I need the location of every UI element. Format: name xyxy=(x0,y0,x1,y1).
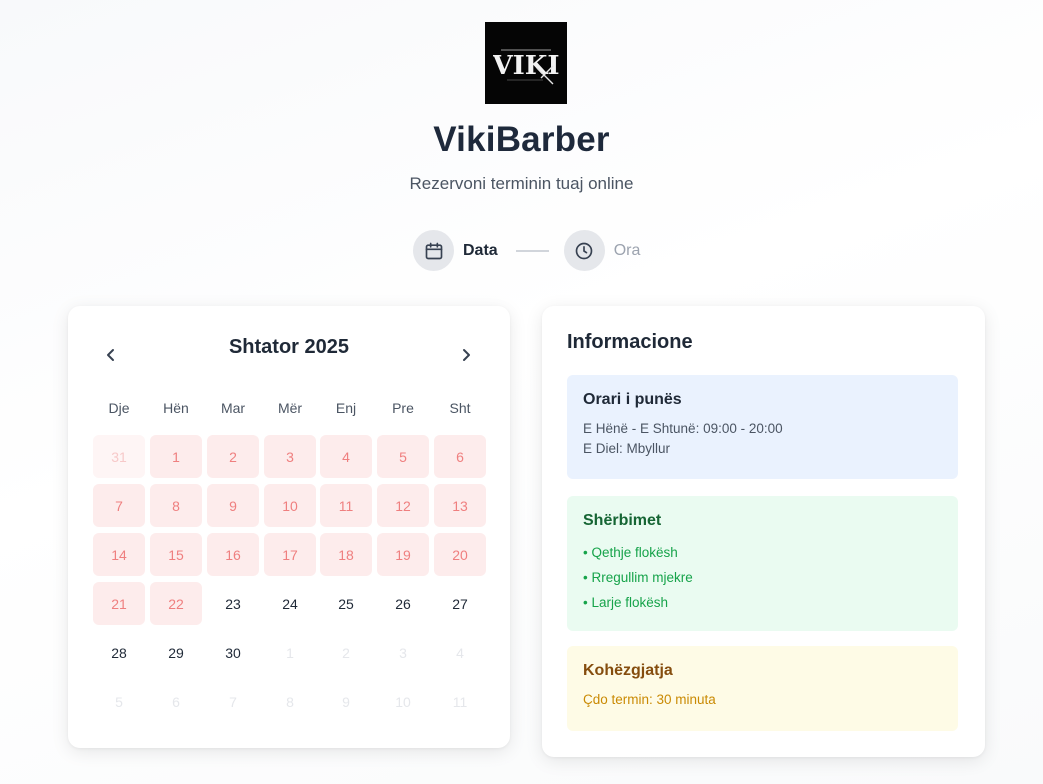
service-item: • Rregullim mjekre xyxy=(583,570,693,585)
calendar-day-outside: 8 xyxy=(286,693,294,710)
calendar-day-available[interactable]: 26 xyxy=(377,582,429,625)
calendar-day-past: 5 xyxy=(377,435,429,478)
booking-steps: Data Ora xyxy=(413,230,640,271)
calendar-day-outside: 2 xyxy=(342,644,350,661)
calendar-day-past: 10 xyxy=(264,484,316,527)
calendar-day-outside: 11 xyxy=(452,693,468,710)
working-hours-panel: Orari i punës E Hënë - E Shtunë: 09:00 -… xyxy=(567,375,958,479)
calendar-day-past: 16 xyxy=(207,533,259,576)
weekday-header: Dje xyxy=(108,400,130,416)
brand-logo: VIKI xyxy=(485,22,567,104)
weekday-header: Enj xyxy=(335,400,357,416)
calendar-day-outside: 9 xyxy=(342,693,350,710)
weekday-header: Pre xyxy=(392,400,414,416)
next-month-button[interactable] xyxy=(454,343,478,367)
calendar-day-available[interactable]: 28 xyxy=(93,631,145,674)
chevron-right-icon xyxy=(463,349,470,361)
weekday-header: Hën xyxy=(163,400,189,416)
calendar-day-past: 11 xyxy=(320,484,372,527)
calendar-day-outside: 4 xyxy=(456,644,464,661)
calendar-day-past: 3 xyxy=(264,435,316,478)
calendar-day-past: 9 xyxy=(207,484,259,527)
calendar-day-past: 6 xyxy=(434,435,486,478)
calendar-day-past: 17 xyxy=(264,533,316,576)
calendar-day-available[interactable]: 23 xyxy=(207,582,259,625)
info-card: Informacione Orari i punës E Hënë - E Sh… xyxy=(542,306,985,757)
weekday-header: Mar xyxy=(220,400,246,416)
working-hours-title: Orari i punës xyxy=(583,391,682,408)
calendar-day-past: 12 xyxy=(377,484,429,527)
calendar-day-past: 15 xyxy=(150,533,202,576)
calendar-day-available[interactable]: 30 xyxy=(207,631,259,674)
clock-icon xyxy=(563,230,605,271)
calendar-day-past: 2 xyxy=(207,435,259,478)
step-time-label: Ora xyxy=(613,241,641,259)
calendar-day-available[interactable]: 25 xyxy=(320,582,372,625)
calendar-day-outside: 3 xyxy=(399,644,407,661)
service-item: • Qethje flokësh xyxy=(583,545,678,560)
calendar-day-disabled: 31 xyxy=(93,435,145,478)
calendar-card: Shtator 2025 Dje Hën Mar Mër Enj Pre Sht… xyxy=(68,306,510,748)
calendar-day-outside: 6 xyxy=(172,693,180,710)
services-list: • Qethje flokësh • Rregullim mjekre • La… xyxy=(583,540,942,615)
calendar-day-outside: 1 xyxy=(286,644,294,661)
calendar-day-outside: 5 xyxy=(115,693,123,710)
calendar-day-past: 1 xyxy=(150,435,202,478)
working-hours-weekdays: E Hënë - E Shtunë: 09:00 - 20:00 xyxy=(583,421,783,436)
calendar-day-past: 8 xyxy=(150,484,202,527)
duration-title: Kohëzgjatja xyxy=(583,662,673,679)
calendar-day-outside: 10 xyxy=(395,693,411,710)
calendar-icon xyxy=(413,230,454,271)
calendar-day-past: 21 xyxy=(93,582,145,625)
duration-text: Çdo termin: 30 minuta xyxy=(583,692,716,707)
calendar-day-outside: 7 xyxy=(229,693,237,710)
calendar-day-past: 20 xyxy=(434,533,486,576)
calendar-day-available[interactable]: 29 xyxy=(150,631,202,674)
step-connector xyxy=(515,249,549,252)
duration-panel: Kohëzgjatja Çdo termin: 30 minuta xyxy=(567,646,958,731)
info-title: Informacione xyxy=(567,331,693,353)
brand-logo-text: VIKI xyxy=(493,51,559,81)
calendar-day-past: 14 xyxy=(93,533,145,576)
calendar-day-past: 18 xyxy=(320,533,372,576)
calendar-day-past: 4 xyxy=(320,435,372,478)
page-subtitle: Rezervoni terminin tuaj online xyxy=(409,174,634,193)
services-panel: Shërbimet • Qethje flokësh • Rregullim m… xyxy=(567,496,958,631)
page-title: VikiBarber xyxy=(433,120,610,159)
working-hours-sunday: E Diel: Mbyllur xyxy=(583,441,671,456)
services-title: Shërbimet xyxy=(583,512,662,529)
calendar-day-available[interactable]: 24 xyxy=(264,582,316,625)
calendar-day-available[interactable]: 27 xyxy=(434,582,486,625)
service-item: • Larje flokësh xyxy=(583,595,669,610)
calendar-day-past: 7 xyxy=(93,484,145,527)
weekday-header: Sht xyxy=(449,400,471,416)
calendar-day-past: 22 xyxy=(150,582,202,625)
weekday-header: Mër xyxy=(277,400,303,416)
calendar-day-past: 19 xyxy=(377,533,429,576)
calendar-month-label: Shtator 2025 xyxy=(228,336,350,358)
calendar-day-past: 13 xyxy=(434,484,486,527)
step-date-label: Data xyxy=(463,241,498,259)
